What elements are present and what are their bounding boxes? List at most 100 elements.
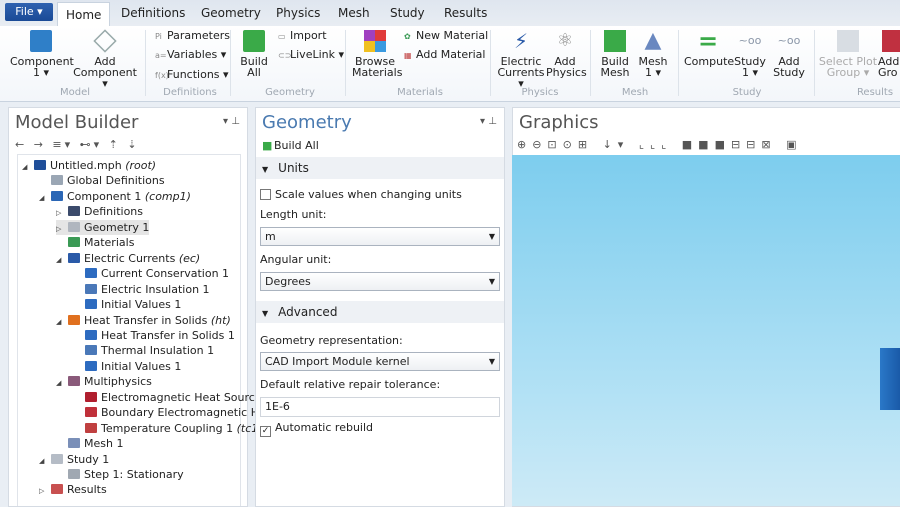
tab-mesh[interactable]: Mesh	[338, 6, 370, 20]
add-plot-group-button[interactable]: Add Gro	[878, 30, 900, 78]
tree-item[interactable]: ◢ Study 1	[39, 452, 109, 467]
file-menu-button[interactable]: File ▾	[5, 3, 53, 21]
tree-item[interactable]: Thermal Insulation 1	[73, 343, 214, 358]
group-label-study: Study	[732, 87, 762, 98]
electric-currents-button[interactable]: ⚡ Electric Currents ▾	[496, 30, 546, 89]
tree-item[interactable]: ▷ Geometry 1	[56, 219, 150, 235]
tree-item[interactable]: ◢ Electric Currents (ec)	[56, 251, 200, 266]
tree-toggle-icon[interactable]: ◢	[39, 191, 51, 206]
tree-item[interactable]: Heat Transfer in Solids 1	[73, 328, 235, 343]
tab-home[interactable]: Home	[57, 2, 111, 26]
tree-item[interactable]: Global Definitions	[39, 173, 165, 188]
mesh-1-button[interactable]: ▲ Mesh 1 ▾	[636, 30, 670, 79]
group-label-model: Model	[59, 87, 91, 98]
geometry-representation-label: Geometry representation:	[260, 334, 403, 347]
geometry-representation-select[interactable]: CAD Import Module kernel ▼	[260, 352, 500, 371]
divider	[678, 30, 679, 96]
tree-item[interactable]: Initial Values 1	[73, 297, 181, 312]
functions-button[interactable]: f(x)Functions ▾	[155, 68, 229, 81]
add-material-icon: ▦	[404, 51, 412, 60]
select-plot-group-button[interactable]: Select Plot Group ▾	[818, 30, 878, 78]
group-label-materials: Materials	[397, 87, 443, 98]
tree-toggle-icon[interactable]: ◢	[56, 315, 68, 330]
tree-item[interactable]: ◢ Heat Transfer in Solids (ht)	[56, 313, 231, 328]
compute-button[interactable]: = Compute	[684, 29, 734, 67]
repair-tolerance-label: Default relative repair tolerance:	[260, 378, 441, 391]
tree-item[interactable]: ◢ Component 1 (comp1)	[39, 189, 191, 204]
tree-item[interactable]: Mesh 1	[56, 436, 123, 451]
build-all-button[interactable]: Build All	[236, 30, 272, 78]
tab-physics[interactable]: Physics	[276, 6, 320, 20]
add-study-button[interactable]: ~oo Add Study	[772, 30, 806, 78]
ribbon: Component 1 ▾ Add Component ▾ Model Pi Pa…	[0, 26, 900, 102]
tab-definitions[interactable]: Definitions	[121, 6, 185, 20]
livelink-button[interactable]: ⊂⊃LiveLink ▾	[278, 48, 344, 61]
build-all-button[interactable]: ■ Build All	[262, 139, 319, 152]
divider	[230, 30, 231, 96]
build-mesh-button[interactable]: Build Mesh	[598, 30, 632, 78]
tree-item[interactable]: Current Conservation 1	[73, 266, 229, 281]
length-unit-label: Length unit:	[260, 208, 327, 221]
tree-item[interactable]: ▷ Results	[39, 482, 107, 497]
add-material-button[interactable]: ▦ Add Material	[404, 48, 485, 61]
model-tree[interactable]: ◢ Untitled.mph (root) Global Definitions ◢ C…	[17, 154, 277, 506]
study-1-button[interactable]: ~oo Study 1 ▾	[734, 30, 766, 78]
add-component-icon	[93, 29, 117, 53]
tree-item[interactable]: Initial Values 1	[73, 359, 181, 374]
tree-node-icon	[68, 237, 80, 248]
tree-item[interactable]: Electromagnetic Heat Source 1	[73, 390, 272, 405]
variables-icon: a=	[155, 51, 167, 60]
repair-tolerance-input[interactable]: 1E-6	[260, 397, 500, 417]
tree-item[interactable]: ◢ Multiphysics	[56, 374, 152, 389]
graphics-canvas[interactable]	[512, 155, 900, 506]
automatic-rebuild-checkbox[interactable]: ✓ Automatic rebuild	[260, 421, 373, 437]
new-material-icon: ✿	[404, 32, 411, 41]
tab-results[interactable]: Results	[444, 6, 487, 20]
tab-geometry[interactable]: Geometry	[201, 6, 261, 20]
tree-item[interactable]: Temperature Coupling 1 (tc1)	[73, 421, 263, 436]
tree-node-icon	[85, 329, 97, 340]
model-builder-toolbar[interactable]: ← → ≡▾ ⊷▾ ⇡ ⇣	[15, 138, 140, 151]
component-button[interactable]: Component 1 ▾	[10, 30, 74, 78]
tab-study[interactable]: Study	[390, 6, 425, 20]
tree-toggle-icon[interactable]: ◢	[39, 454, 51, 469]
advanced-section-header[interactable]: ▼ Advanced	[256, 301, 504, 323]
graphics-toolbar[interactable]: ⊕⊖⊡⊙⊞ ↓▾ ⌞⌞⌞ ■■■⊟⊟⊠ ▣	[517, 138, 803, 151]
scale-values-checkbox[interactable]: Scale values when changing units	[260, 188, 462, 201]
panel-menu-pin-icon[interactable]: ▾ ⊥	[223, 116, 240, 127]
tree-toggle-icon[interactable]: ◢	[56, 253, 68, 268]
tree-item[interactable]: ◢ Untitled.mph (root)	[22, 158, 156, 173]
angular-unit-select[interactable]: Degrees ▼	[260, 272, 500, 291]
dropdown-arrow-icon: ▼	[488, 357, 495, 366]
atom-icon: ⚛	[556, 30, 574, 51]
browse-materials-button[interactable]: Browse Materials	[352, 30, 402, 78]
panel-title: Geometry	[262, 112, 352, 133]
tree-toggle-icon[interactable]: ▷	[39, 484, 51, 499]
group-label-mesh: Mesh	[621, 87, 649, 98]
tree-toggle-icon[interactable]: ◢	[22, 160, 34, 175]
new-material-button[interactable]: ✿ New Material	[404, 29, 488, 42]
tree-toggle-icon[interactable]: ◢	[56, 376, 68, 391]
panel-menu-pin-icon[interactable]: ▾ ⊥	[480, 116, 497, 127]
tree-item[interactable]: Electric Insulation 1	[73, 282, 210, 297]
length-unit-select[interactable]: m ▼	[260, 227, 500, 246]
tree-item[interactable]: Boundary Electromagnetic Heat	[73, 405, 277, 420]
parameters-icon: Pi	[155, 32, 162, 41]
checkbox-box: ✓	[260, 426, 271, 437]
parameters-button[interactable]: Pi Parameters	[155, 29, 230, 42]
tree-node-icon	[68, 376, 80, 387]
tree-item[interactable]: ▷ Definitions	[56, 204, 143, 219]
panel-title: Graphics	[519, 112, 599, 133]
tree-item[interactable]: Step 1: Stationary	[56, 467, 184, 482]
tree-item[interactable]: Materials	[56, 235, 134, 250]
tree-node-icon	[85, 283, 97, 294]
tree-node-icon	[85, 422, 97, 433]
checkbox-box	[260, 189, 271, 200]
tree-node-icon	[85, 360, 97, 371]
add-physics-button[interactable]: ⚛ Add Physics	[546, 30, 587, 78]
variables-button[interactable]: a=Variables ▾	[155, 48, 226, 61]
add-component-button[interactable]: Add Component ▾	[72, 29, 138, 89]
tree-node-icon	[68, 221, 80, 232]
import-button[interactable]: ▭ Import	[278, 29, 327, 42]
units-section-header[interactable]: ▼ Units	[256, 157, 504, 179]
